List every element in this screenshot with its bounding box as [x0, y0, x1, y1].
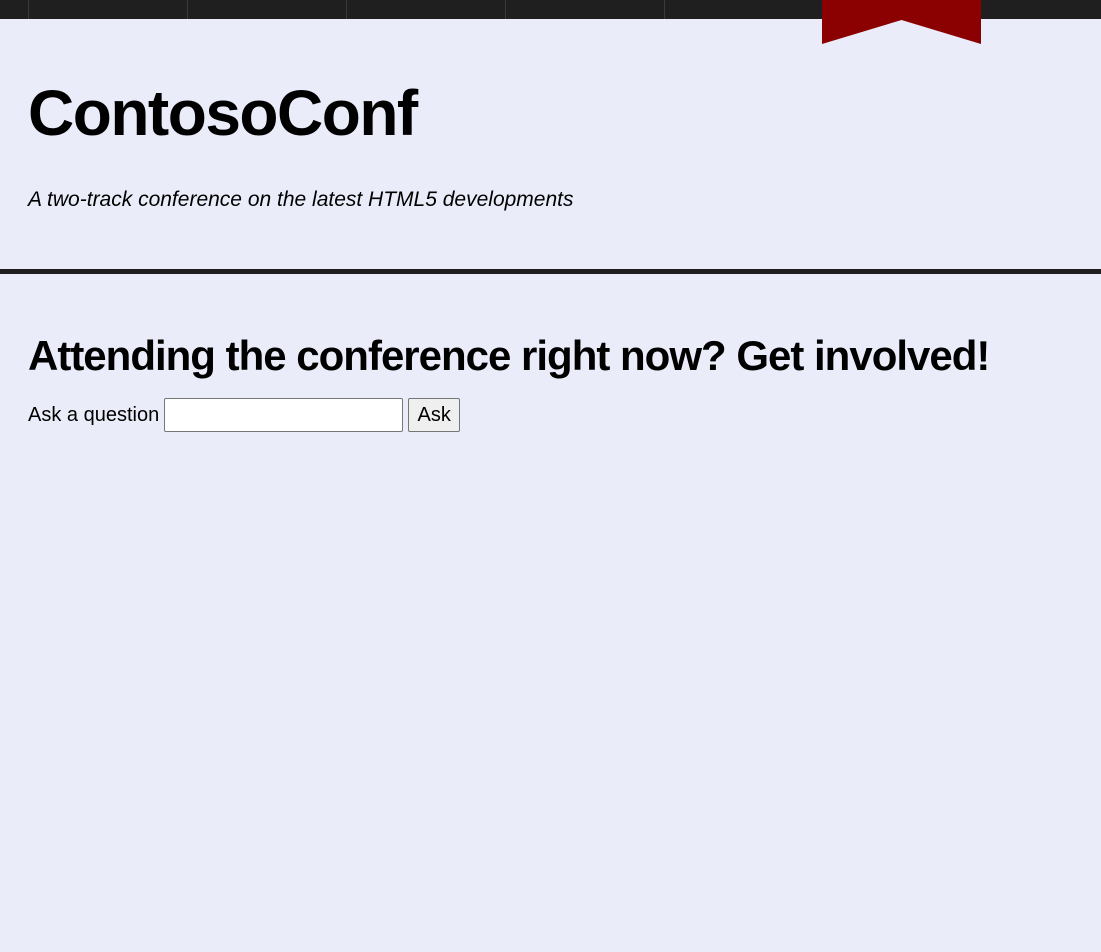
nav-item[interactable]: [187, 0, 346, 19]
nav-item[interactable]: [28, 0, 187, 19]
question-input[interactable]: [164, 398, 404, 432]
site-tagline: A two-track conference on the latest HTM…: [28, 188, 574, 211]
nav-item[interactable]: [664, 0, 823, 19]
nav-item[interactable]: [346, 0, 505, 19]
section-heading: Attending the conference right now? Get …: [28, 332, 990, 379]
ask-question-label: Ask a question: [28, 403, 160, 426]
site-header: ContosoConf A two-track conference on th…: [0, 19, 1101, 269]
nav-item[interactable]: [505, 0, 664, 19]
site-title: ContosoConf: [28, 77, 418, 149]
nav-slot: [0, 0, 28, 19]
ask-question-form: Ask a question Ask: [28, 398, 461, 432]
ask-button[interactable]: Ask: [408, 398, 461, 432]
header-divider: [0, 269, 1101, 274]
